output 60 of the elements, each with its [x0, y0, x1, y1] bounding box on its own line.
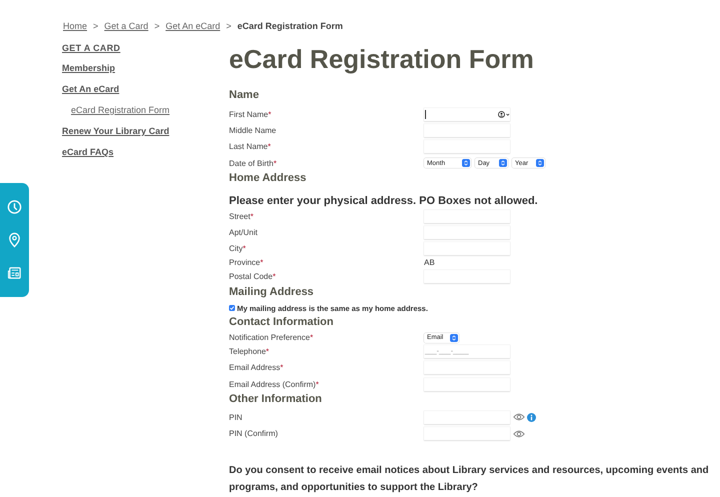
- text-field[interactable]: [424, 210, 510, 223]
- info-icon[interactable]: [527, 412, 536, 422]
- section-heading: Name: [229, 88, 259, 102]
- section-heading: Other Information: [229, 392, 322, 406]
- text-field[interactable]: [424, 270, 510, 283]
- stepper-icon: [499, 159, 507, 168]
- page-title: eCard Registration Form: [229, 43, 535, 75]
- field-label: Middle Name: [229, 126, 278, 135]
- field-label: Last Name*: [229, 142, 272, 152]
- field-value: AB: [424, 258, 435, 268]
- sidebar-link[interactable]: eCard FAQs: [62, 143, 114, 164]
- field-label: PIN: [229, 412, 244, 422]
- section-note: Please enter your physical address. PO Boxes not allowed.: [229, 195, 538, 208]
- section-heading: Home Address: [229, 171, 306, 186]
- eye-icon[interactable]: [513, 430, 525, 438]
- stepper-icon: [450, 334, 458, 342]
- field-label: Telephone*: [229, 347, 270, 356]
- clock-icon[interactable]: [7, 199, 22, 215]
- breadcrumb-link[interactable]: Get a Card: [104, 21, 148, 31]
- sidebar-sublink[interactable]: eCard Registration Form: [62, 101, 170, 122]
- field-label: First Name*: [229, 110, 272, 119]
- section-heading: Mailing Address: [229, 285, 314, 300]
- consent-question: Do you consent to receive email notices about Library services and resources, upcoming events and programs, and opportunities to support the Library?: [229, 464, 710, 495]
- newspaper-icon[interactable]: [7, 265, 22, 281]
- text-field[interactable]: [424, 124, 510, 137]
- breadcrumb-link[interactable]: Home: [63, 21, 88, 31]
- text-field[interactable]: [424, 108, 510, 121]
- text-field[interactable]: [424, 378, 510, 391]
- field-label: Postal Code*: [229, 272, 277, 281]
- stepper-icon: [462, 159, 470, 168]
- sidebar-link[interactable]: Renew Your Library Card: [62, 122, 170, 143]
- field-label: PIN (Confirm): [229, 429, 279, 438]
- breadcrumb-separator: >: [93, 21, 98, 31]
- field-label: Date of Birth*: [229, 158, 278, 168]
- field-label: Apt/Unit: [229, 228, 258, 238]
- breadcrumb-current: eCard Registration Form: [237, 21, 343, 31]
- sidebar-title[interactable]: GET A CARD: [62, 43, 120, 53]
- password-field[interactable]: [424, 410, 510, 424]
- eye-icon[interactable]: [513, 413, 525, 422]
- sidebar-link[interactable]: Get An eCard: [62, 80, 120, 101]
- text-field[interactable]: [424, 140, 510, 154]
- field-label: Notification Preference*: [229, 333, 314, 342]
- breadcrumb-separator: >: [154, 21, 160, 31]
- sidebar-link[interactable]: Membership: [62, 59, 116, 80]
- breadcrumb-link[interactable]: Get An eCard: [166, 21, 220, 31]
- password-field[interactable]: [424, 427, 510, 440]
- breadcrumb-separator: >: [226, 21, 232, 31]
- text-field[interactable]: [424, 226, 510, 240]
- field-label: Street*: [229, 212, 254, 221]
- stepper-icon: [536, 159, 544, 168]
- contact-autofill-icon[interactable]: [498, 110, 510, 118]
- text-field[interactable]: [424, 242, 510, 256]
- field-label: Email Address*: [229, 363, 284, 372]
- text-field[interactable]: [424, 361, 510, 374]
- checkbox[interactable]: [229, 305, 235, 312]
- field-label: City*: [229, 244, 247, 254]
- section-heading: Contact Information: [229, 315, 334, 330]
- field-label: Email Address (Confirm)*: [229, 380, 320, 389]
- field-label: Province*: [229, 258, 264, 268]
- location-pin-icon[interactable]: [7, 232, 22, 248]
